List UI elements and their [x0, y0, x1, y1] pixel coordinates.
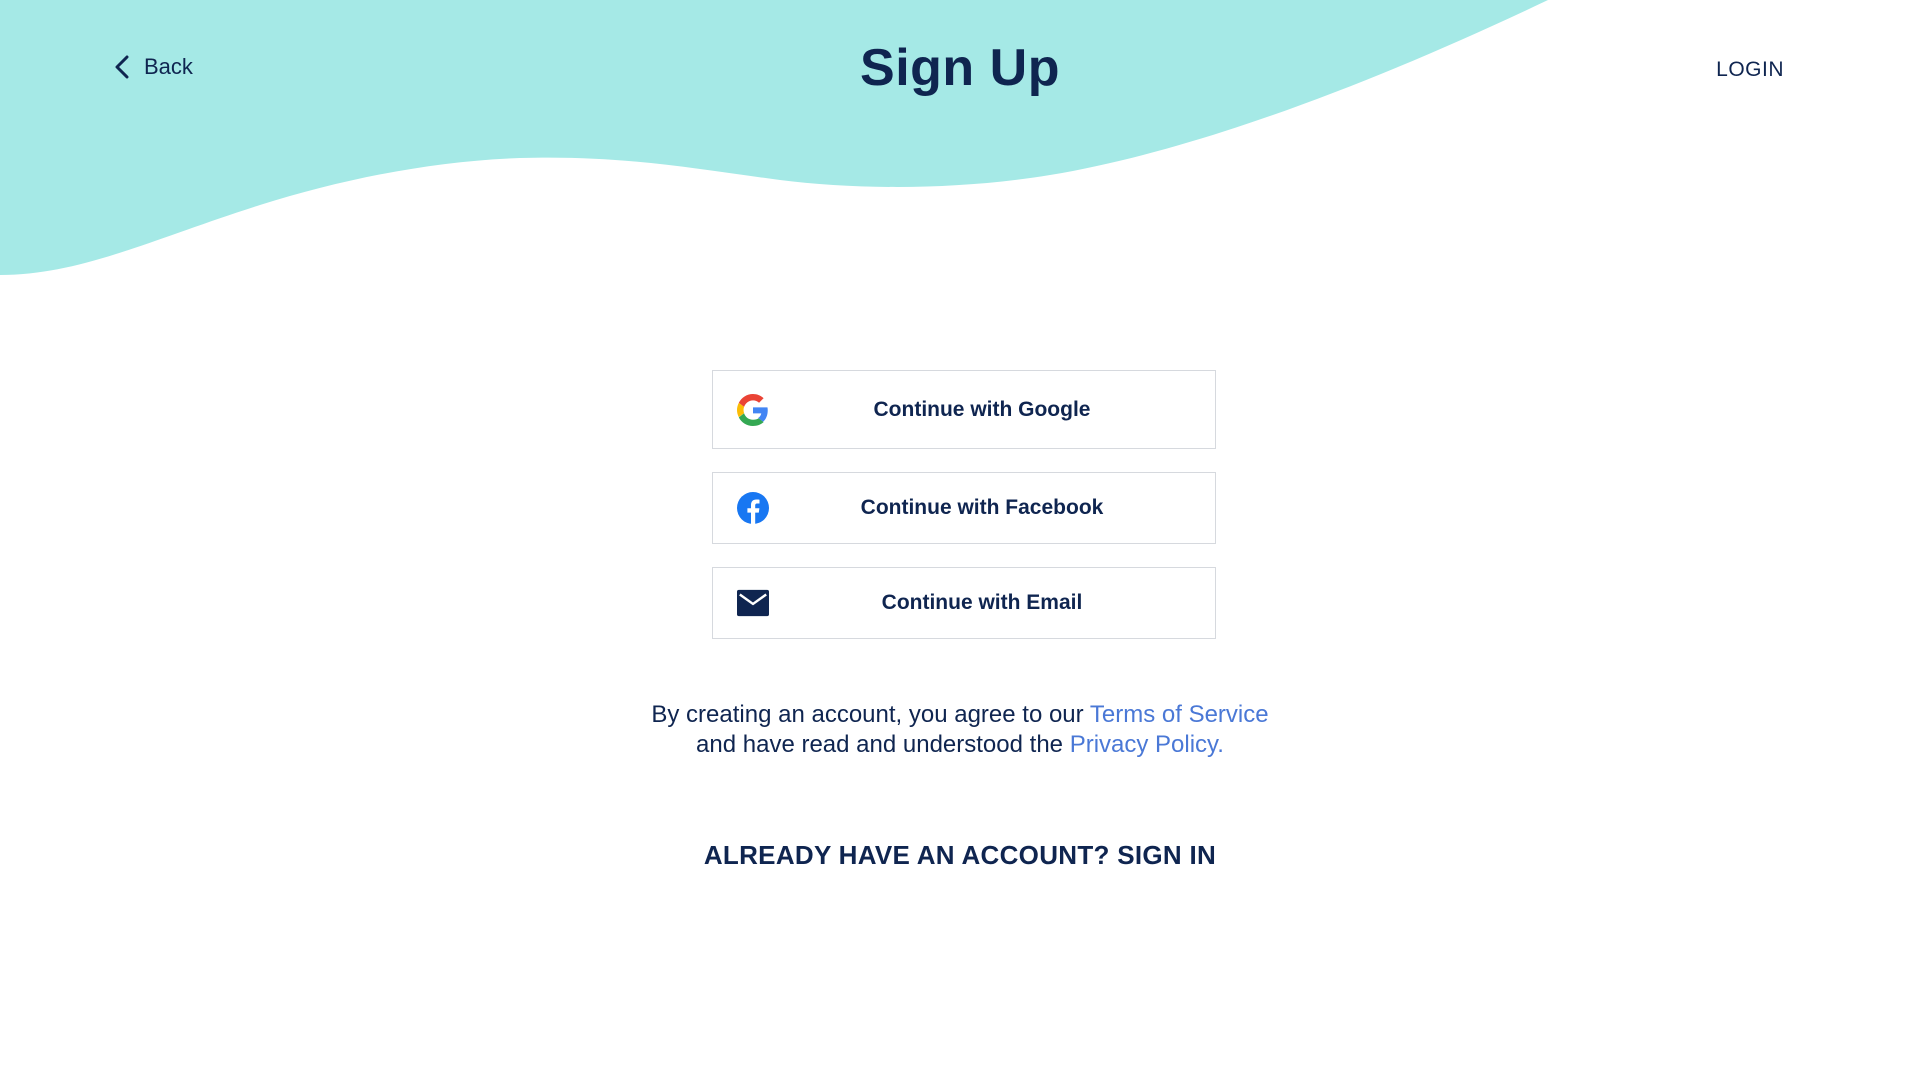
privacy-policy-link[interactable]: Privacy Policy. [1070, 731, 1224, 758]
facebook-icon [737, 492, 769, 524]
mail-icon [737, 587, 769, 619]
terms-text: By creating an account, you agree to our [651, 701, 1090, 728]
terms-notice: By creating an account, you agree to our… [0, 700, 1920, 760]
terms-line-2: and have read and understood the Privacy… [0, 730, 1920, 760]
terms-line-1: By creating an account, you agree to our… [0, 700, 1920, 730]
auth-options: Continue with Google Continue with Faceb… [712, 370, 1216, 662]
signup-page: Back Sign Up LOGIN Continue with Google [0, 0, 1920, 1080]
continue-with-google-button[interactable]: Continue with Google [712, 370, 1216, 449]
login-link[interactable]: LOGIN [1716, 58, 1784, 82]
facebook-button-label: Continue with Facebook [860, 496, 1104, 519]
google-button-label: Continue with Google [873, 397, 1091, 421]
page-title: Sign Up [860, 39, 1060, 97]
google-icon [737, 393, 769, 426]
terms-of-service-link[interactable]: Terms of Service [1090, 701, 1269, 728]
continue-with-facebook-button[interactable]: Continue with Facebook [712, 472, 1216, 544]
sign-in-link[interactable]: ALREADY HAVE AN ACCOUNT? SIGN IN [0, 840, 1920, 871]
continue-with-email-button[interactable]: Continue with Email [712, 567, 1216, 639]
email-button-label: Continue with Email [881, 591, 1083, 614]
privacy-text: and have read and understood the [696, 731, 1070, 758]
page-header: Back Sign Up LOGIN [0, 0, 1920, 140]
